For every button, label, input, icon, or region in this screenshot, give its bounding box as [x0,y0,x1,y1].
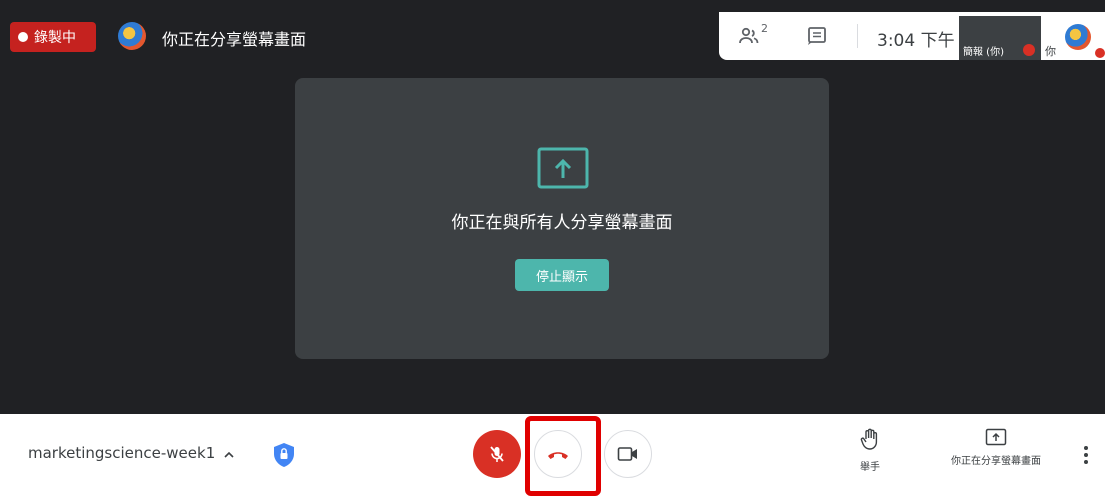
self-video-tile[interactable]: 簡報 (你) [959,16,1041,60]
self-label: 你 [1045,45,1056,58]
recording-badge[interactable]: 錄製中 [10,22,96,52]
share-message: 你正在與所有人分享螢幕畫面 [451,213,673,233]
video-stage: 錄製中 你正在分享螢幕畫面 2 3:04 下午 簡報 (你) 你 你正在與所有人… [0,0,1105,414]
mic-off-icon [1023,44,1035,56]
presenter-avatar [118,22,146,50]
camera-toggle-button[interactable] [604,430,652,478]
recording-label: 錄製中 [34,30,76,46]
clock-time: 3:04 下午 [877,31,955,51]
toolbar-divider [857,24,858,48]
raise-hand-button[interactable]: 舉手 [848,428,892,484]
camera-icon [617,447,637,461]
presenting-label: 你正在分享螢幕畫面 [951,456,1041,467]
hand-icon [860,428,878,450]
self-mic-off-badge-icon [1095,48,1105,58]
highlight-annotation-box [525,416,601,496]
meeting-name[interactable]: marketingscience-week1 [28,444,215,462]
recording-dot-icon [18,32,28,42]
mic-toggle-button[interactable] [473,430,521,478]
presenter-title: 你正在分享螢幕畫面 [162,30,307,49]
more-options-icon[interactable] [1078,442,1094,468]
top-toolbar: 2 3:04 下午 簡報 (你) 你 [719,12,1105,60]
security-shield-icon[interactable] [272,442,296,468]
present-screen-icon [985,428,1007,446]
people-count: 2 [761,22,768,35]
chevron-up-icon[interactable] [222,447,236,461]
raise-hand-label: 舉手 [860,462,880,473]
people-icon[interactable] [737,24,761,48]
stop-presenting-button[interactable]: 停止顯示 [515,259,609,291]
chat-icon[interactable] [805,24,829,48]
screen-share-card: 你正在與所有人分享螢幕畫面 停止顯示 [295,78,829,359]
mic-off-icon [490,446,504,462]
self-avatar[interactable] [1065,24,1091,50]
present-now-button[interactable]: 你正在分享螢幕畫面 [926,428,1066,484]
present-screen-icon [537,147,589,189]
self-tile-name: 簡報 (你) [963,47,1004,58]
